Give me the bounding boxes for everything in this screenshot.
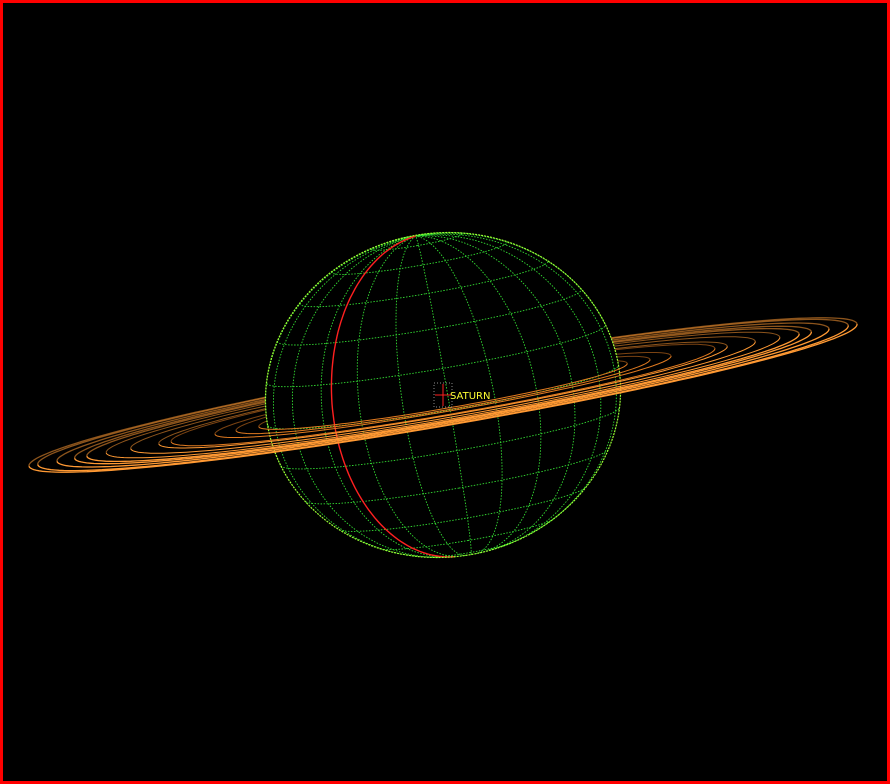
target-label: SATURN	[450, 391, 490, 402]
longitude-line	[291, 235, 439, 558]
latitude-line	[338, 486, 587, 532]
latitude-line	[276, 288, 582, 346]
saturn-wireframe-scene[interactable]: SATURN	[3, 3, 887, 781]
longitude-line	[356, 235, 462, 557]
longitude-line	[415, 235, 576, 551]
planet-viewer-viewport[interactable]: SATURN	[0, 0, 890, 784]
longitude-line	[320, 235, 452, 558]
latitude-line	[305, 449, 609, 505]
longitude-line	[415, 232, 606, 325]
